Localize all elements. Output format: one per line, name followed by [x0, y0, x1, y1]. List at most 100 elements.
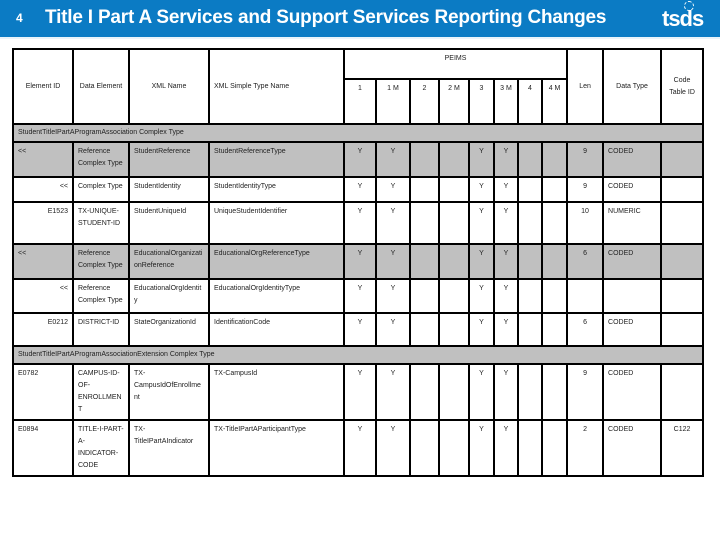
- cell-p3: Y: [468, 141, 495, 178]
- cell-p1m: Y: [375, 243, 411, 280]
- col-header-peims-4m: 4 M: [540, 78, 569, 125]
- cell-p2m: [438, 419, 470, 477]
- cell-xml-simple-type: EducationalOrgReferenceType: [208, 243, 345, 280]
- cell-data-type: CODED: [602, 141, 663, 178]
- reporting-changes-table: Element ID Data Element XML Name XML Sim…: [11, 48, 705, 477]
- cell-p3: Y: [468, 278, 495, 314]
- cell-xml-name: StateOrganizationId: [128, 312, 210, 347]
- cell-xml-simple-type: IdentificationCode: [208, 312, 345, 347]
- cell-p1m: Y: [375, 141, 411, 178]
- cell-p1m: Y: [375, 278, 411, 314]
- cell-code-table: [660, 176, 705, 203]
- cell-element-id: <<: [12, 278, 74, 314]
- cell-p1: Y: [343, 201, 377, 245]
- cell-p4: [517, 363, 543, 421]
- cell-p3: Y: [468, 363, 495, 421]
- table-row: E0894 TITLE-I-PART-A-INDICATOR-CODE TX-Tit…: [12, 419, 705, 477]
- cell-len: 9: [566, 141, 605, 178]
- col-header-code-table-id: Code Table ID: [660, 48, 705, 125]
- cell-p1: Y: [343, 278, 377, 314]
- cell-p4: [517, 141, 543, 178]
- cell-xml-simple-type: StudentReferenceType: [208, 141, 345, 178]
- cell-xml-name: StudentIdentity: [128, 176, 210, 203]
- page-title: Title I Part A Services and Support Serv…: [45, 7, 607, 28]
- cell-p3m: Y: [493, 363, 519, 421]
- col-header-data-type: Data Type: [602, 48, 663, 125]
- cell-p4m: [540, 363, 569, 421]
- col-header-data-element: Data Element: [72, 48, 130, 125]
- cell-data-type: CODED: [602, 176, 663, 203]
- cell-code-table: [660, 278, 705, 314]
- cell-p4m: [540, 243, 569, 280]
- cell-p4: [517, 176, 543, 203]
- cell-p2m: [438, 243, 470, 280]
- table-row: << Reference Complex Type EducationalOrgId…: [12, 278, 705, 314]
- cell-p2m: [438, 363, 470, 421]
- cell-p4m: [540, 141, 569, 178]
- col-header-xml-simple-type: XML Simple Type Name: [208, 48, 345, 125]
- cell-code-table: [660, 141, 705, 178]
- cell-p2m: [438, 141, 470, 178]
- tsds-logo: tsds: [662, 6, 704, 31]
- cell-xml-simple-type: UniqueStudentIdentifier: [208, 201, 345, 245]
- cell-p4m: [540, 278, 569, 314]
- cell-data-element: TX-UNIQUE-STUDENT-ID: [72, 201, 130, 245]
- cell-p3: Y: [468, 419, 495, 477]
- cell-data-element: Reference Complex Type: [72, 243, 130, 280]
- section-title: StudentTitleIPartAProgramAssociationExte…: [11, 345, 705, 365]
- cell-p3m: Y: [493, 419, 519, 477]
- cell-p3m: Y: [493, 312, 519, 347]
- cell-xml-simple-type: TX-CampusId: [208, 363, 345, 421]
- cell-element-id: E1523: [12, 201, 74, 245]
- cell-p2m: [438, 176, 470, 203]
- cell-code-table: [660, 201, 705, 245]
- cell-xml-simple-type: StudentIdentityType: [208, 176, 345, 203]
- cell-p3: Y: [468, 312, 495, 347]
- cell-p1: Y: [343, 419, 377, 477]
- cell-p4: [517, 312, 543, 347]
- col-header-peims-3: 3: [468, 78, 495, 125]
- cell-xml-name: StudentReference: [128, 141, 210, 178]
- col-header-peims-1: 1: [343, 78, 377, 125]
- cell-p3m: Y: [493, 278, 519, 314]
- cell-element-id: E0894: [12, 419, 74, 477]
- cell-xml-simple-type: TX-TitleIPartAParticipantType: [208, 419, 345, 477]
- cell-xml-name: TX-CampusIdOfEnrollment: [128, 363, 210, 421]
- cell-p4: [517, 201, 543, 245]
- cell-xml-name: EducationalOrganizationReference: [128, 243, 210, 280]
- cell-p3m: Y: [493, 141, 519, 178]
- cell-p1m: Y: [375, 419, 411, 477]
- col-header-peims-3m: 3 M: [493, 78, 519, 125]
- table-body: StudentTitleIPartAProgramAssociation Com…: [11, 123, 705, 477]
- cell-data-type: [602, 278, 663, 314]
- cell-p2: [409, 312, 440, 347]
- cell-len: 6: [566, 312, 605, 347]
- cell-data-type: CODED: [602, 419, 663, 477]
- cell-code-table: C122: [660, 419, 705, 477]
- cell-p4: [517, 419, 543, 477]
- col-header-element-id: Element ID: [12, 48, 74, 125]
- cell-p4m: [540, 176, 569, 203]
- cell-xml-name: TX-TitleIPartAIndicator: [128, 419, 210, 477]
- cell-p1: Y: [343, 141, 377, 178]
- cell-code-table: [660, 312, 705, 347]
- cell-p1m: Y: [375, 312, 411, 347]
- table-row: << Reference Complex Type EducationalOrgan…: [12, 243, 705, 280]
- cell-element-id: E0212: [12, 312, 74, 347]
- cell-data-element: CAMPUS-ID-OF-ENROLLMENT: [72, 363, 130, 421]
- cell-element-id: <<: [12, 141, 74, 178]
- cell-data-type: CODED: [602, 363, 663, 421]
- col-header-len: Len: [566, 48, 605, 125]
- col-header-xml-name: XML Name: [128, 48, 210, 125]
- cell-p2m: [438, 278, 470, 314]
- cell-p2m: [438, 201, 470, 245]
- section-header-row: StudentTitleIPartAProgramAssociation Com…: [11, 123, 705, 143]
- section-title: StudentTitleIPartAProgramAssociation Com…: [11, 123, 705, 143]
- table-row: << Complex Type StudentIdentity StudentIden…: [12, 176, 705, 203]
- cell-data-type: CODED: [602, 243, 663, 280]
- cell-p4m: [540, 419, 569, 477]
- cell-len: 6: [566, 243, 605, 280]
- banner-divider: [0, 37, 720, 39]
- cell-xml-simple-type: EducationalOrgIdentityType: [208, 278, 345, 314]
- cell-element-id: <<: [12, 243, 74, 280]
